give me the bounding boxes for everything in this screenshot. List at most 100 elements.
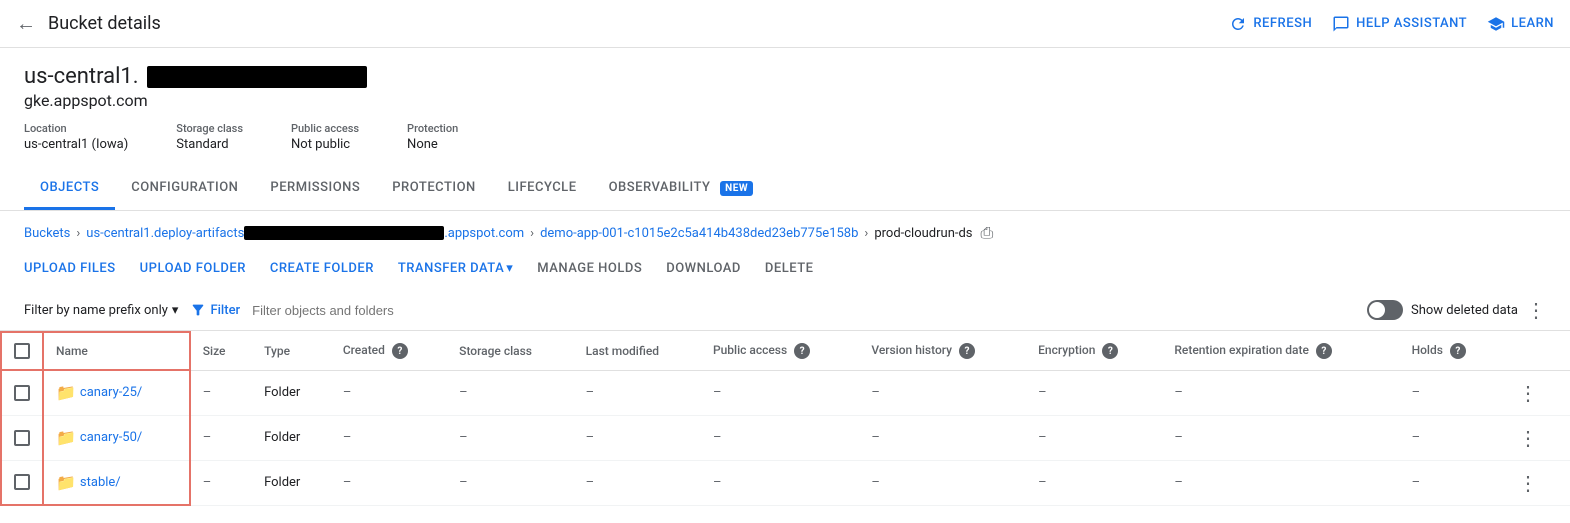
row-menu-button-2[interactable]: ⋮: [1514, 467, 1542, 499]
meta-public-access-label: Public access: [291, 122, 359, 135]
help-label: HELP ASSISTANT: [1356, 16, 1467, 31]
row-retention-1: –: [1162, 415, 1399, 460]
refresh-button[interactable]: REFRESH: [1229, 15, 1312, 33]
encryption-info-icon[interactable]: ?: [1102, 343, 1118, 359]
chat-icon: [1332, 15, 1350, 33]
row-name-link-2[interactable]: 📁 stable/: [56, 473, 177, 492]
retention-info-icon[interactable]: ?: [1316, 343, 1332, 359]
bucket-name-prefix: us-central1.: [24, 64, 139, 89]
breadcrumb: Buckets › us-central1.deploy-artifacts.a…: [0, 211, 1570, 251]
row-select-checkbox-2[interactable]: [14, 474, 30, 490]
row-name-link-1[interactable]: 📁 canary-50/: [56, 428, 177, 447]
row-menu-1: ⋮: [1502, 415, 1570, 460]
header-left: ← Bucket details: [16, 11, 161, 36]
th-name: Name: [43, 332, 190, 370]
dash-value: –: [1038, 385, 1047, 400]
dash-value: –: [203, 430, 212, 445]
th-retention: Retention expiration date ?: [1162, 332, 1399, 370]
select-all-checkbox[interactable]: [14, 343, 30, 359]
dash-value: –: [871, 430, 880, 445]
learn-label: LEARN: [1511, 16, 1554, 31]
tab-lifecycle[interactable]: LIFECYCLE: [492, 168, 593, 210]
bucket-info: us-central1. gke.appspot.com Location us…: [0, 48, 1570, 160]
row-name-link-0[interactable]: 📁 canary-25/: [56, 383, 177, 402]
row-created-0: –: [331, 370, 447, 415]
tab-observability[interactable]: OBSERVABILITY NEW: [593, 168, 770, 210]
meta-storage-class-value: Standard: [176, 137, 243, 152]
tab-permissions[interactable]: PERMISSIONS: [254, 168, 376, 210]
dash-value: –: [713, 475, 722, 490]
show-deleted-toggle[interactable]: [1367, 300, 1403, 320]
folder-icon-0: 📁: [56, 383, 76, 402]
upload-folder-button[interactable]: UPLOAD FOLDER: [128, 255, 258, 282]
tab-objects[interactable]: OBJECTS: [24, 168, 115, 210]
holds-info-icon[interactable]: ?: [1450, 343, 1466, 359]
dash-value: –: [1174, 430, 1183, 445]
table-row: 📁 canary-50/ – Folder – – – – – – – – ⋮: [1, 415, 1570, 460]
breadcrumb-buckets[interactable]: Buckets: [24, 226, 70, 241]
breadcrumb-demo-app[interactable]: demo-app-001-c1015e2c5a414b438ded23eb775…: [540, 226, 858, 241]
filter-dropdown[interactable]: Filter by name prefix only ▾: [24, 303, 178, 318]
header-right: REFRESH HELP ASSISTANT LEARN: [1229, 15, 1554, 33]
meta-protection-value: None: [407, 137, 458, 152]
tab-protection[interactable]: PROTECTION: [376, 168, 491, 210]
dash-value: –: [459, 475, 468, 490]
version-history-info-icon[interactable]: ?: [959, 343, 975, 359]
table-row: 📁 stable/ – Folder – – – – – – – – ⋮: [1, 460, 1570, 505]
created-info-icon[interactable]: ?: [392, 343, 408, 359]
row-public-access-2: –: [701, 460, 859, 505]
row-version-history-1: –: [859, 415, 1026, 460]
transfer-data-button[interactable]: TRANSFER DATA ▾: [386, 255, 525, 282]
learn-button[interactable]: LEARN: [1487, 15, 1554, 33]
th-last-modified: Last modified: [574, 332, 701, 370]
row-menu-2: ⋮: [1502, 460, 1570, 505]
bucket-name-redacted: [147, 66, 367, 88]
back-button[interactable]: ←: [16, 11, 36, 36]
filter-input[interactable]: [252, 303, 1355, 318]
meta-public-access-value: Not public: [291, 137, 359, 152]
row-holds-0: –: [1400, 370, 1502, 415]
bucket-meta: Location us-central1 (Iowa) Storage clas…: [24, 122, 1546, 152]
dash-value: –: [586, 475, 595, 490]
create-folder-button[interactable]: CREATE FOLDER: [258, 255, 386, 282]
row-public-access-1: –: [701, 415, 859, 460]
breadcrumb-sep-1: ›: [76, 226, 80, 241]
header: ← Bucket details REFRESH HELP ASSISTANT …: [0, 0, 1570, 48]
dash-value: –: [713, 430, 722, 445]
row-select-checkbox-1[interactable]: [14, 430, 30, 446]
row-checkbox-0: [1, 370, 43, 415]
row-encryption-2: –: [1026, 460, 1162, 505]
table-row: 📁 canary-25/ – Folder – – – – – – – – ⋮: [1, 370, 1570, 415]
public-access-info-icon[interactable]: ?: [794, 343, 810, 359]
chevron-down-icon: ▾: [506, 261, 513, 276]
density-icon[interactable]: ⋮: [1526, 298, 1546, 322]
th-holds: Holds ?: [1400, 332, 1502, 370]
row-menu-button-0[interactable]: ⋮: [1514, 377, 1542, 409]
dash-value: –: [1174, 475, 1183, 490]
row-name-1: 📁 canary-50/: [43, 415, 190, 460]
breadcrumb-deploy-artifacts[interactable]: us-central1.deploy-artifacts.appspot.com: [86, 226, 524, 241]
dash-value: –: [586, 385, 595, 400]
th-public-access: Public access ?: [701, 332, 859, 370]
breadcrumb-sep-3: ›: [864, 226, 868, 241]
th-version-history: Version history ?: [859, 332, 1026, 370]
row-select-checkbox-0[interactable]: [14, 385, 30, 401]
row-encryption-1: –: [1026, 415, 1162, 460]
download-button[interactable]: DOWNLOAD: [654, 255, 753, 282]
table-container: Name Size Type Created ? Storage class L…: [0, 331, 1570, 506]
copy-icon[interactable]: ⎙: [981, 223, 994, 243]
breadcrumb-current: prod-cloudrun-ds: [874, 226, 972, 241]
delete-button[interactable]: DELETE: [753, 255, 826, 282]
row-version-history-2: –: [859, 460, 1026, 505]
dash-value: –: [459, 430, 468, 445]
th-menu: [1502, 332, 1570, 370]
help-assistant-button[interactable]: HELP ASSISTANT: [1332, 15, 1467, 33]
row-created-1: –: [331, 415, 447, 460]
tab-configuration[interactable]: CONFIGURATION: [115, 168, 254, 210]
upload-files-button[interactable]: UPLOAD FILES: [24, 255, 128, 282]
new-badge: NEW: [720, 181, 753, 196]
row-menu-button-1[interactable]: ⋮: [1514, 422, 1542, 454]
row-menu-0: ⋮: [1502, 370, 1570, 415]
row-checkbox-1: [1, 415, 43, 460]
manage-holds-button[interactable]: MANAGE HOLDS: [525, 255, 654, 282]
